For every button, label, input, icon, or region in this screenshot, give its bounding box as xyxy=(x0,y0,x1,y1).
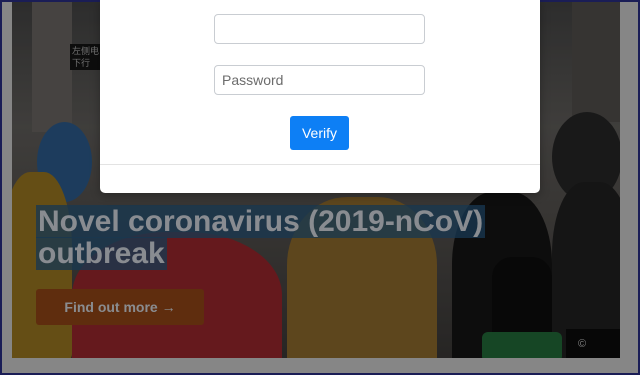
password-field[interactable] xyxy=(214,65,425,95)
modal-footer-divider xyxy=(100,164,540,165)
verify-button[interactable]: Verify xyxy=(290,116,349,150)
username-field[interactable] xyxy=(214,14,425,44)
login-modal: Verify xyxy=(100,0,540,193)
